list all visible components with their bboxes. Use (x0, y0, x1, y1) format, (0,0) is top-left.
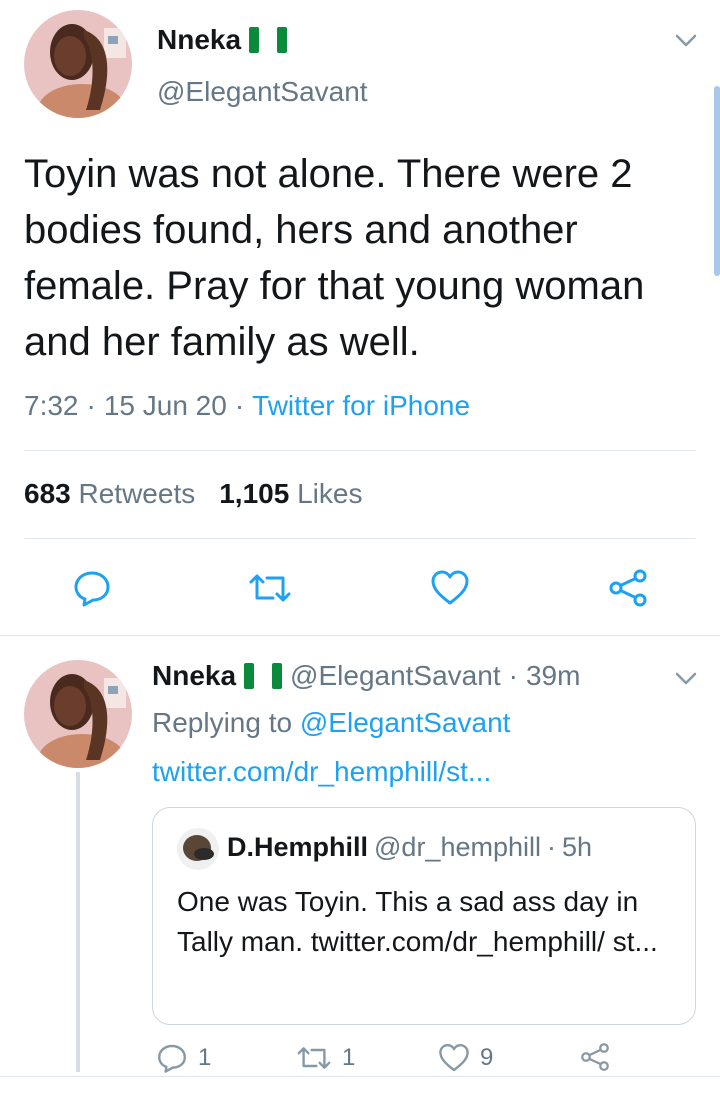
display-name: D.Hemphill (227, 832, 369, 862)
reply-count: 1 (198, 1044, 212, 1071)
username[interactable]: @ElegantSavant (157, 76, 368, 108)
like-button[interactable] (428, 566, 472, 610)
tweet-text: Toyin was not alone. There were 2 bodies… (24, 152, 645, 364)
display-name[interactable]: Nneka (157, 24, 288, 56)
reply-header: Nneka @ElegantSavant · 39m (152, 660, 580, 692)
tweet-age: 5h (562, 832, 593, 862)
share-button[interactable] (606, 566, 650, 610)
meta-separator: · (547, 832, 556, 862)
like-count: 9 (480, 1044, 494, 1071)
retweet-icon (249, 574, 291, 602)
heart-icon (431, 570, 469, 605)
avatar (177, 828, 219, 870)
avatar[interactable] (24, 10, 132, 118)
retweet-count: 1 (342, 1044, 356, 1071)
chevron-down-icon[interactable] (675, 34, 697, 48)
engagement-stats: 683 Retweets 1,105 Likes (24, 478, 362, 510)
meta-separator: · (508, 660, 518, 691)
tweet-link[interactable]: twitter.com/dr_hemphill/st... (152, 756, 491, 788)
tweet-age: 39m (525, 660, 581, 691)
retweet-button[interactable] (248, 566, 292, 610)
tweet-meta: 7:32 · 15 Jun 20 · Twitter for iPhone (24, 390, 470, 422)
share-icon (581, 1043, 609, 1071)
thread-line (76, 772, 80, 1072)
tweet-time: 7:32 (24, 390, 79, 421)
likes-stat[interactable]: 1,105 Likes (219, 478, 362, 510)
divider (0, 1076, 720, 1077)
meta-separator: · (234, 390, 245, 421)
reply-icon (74, 571, 110, 607)
username[interactable]: @ElegantSavant (290, 660, 501, 692)
divider (24, 538, 696, 539)
quote-header: D.Hemphill @dr_hemphill · 5h (227, 832, 592, 863)
reply-icon (158, 1044, 186, 1073)
reply-button[interactable]: 1 (156, 1042, 211, 1074)
quoted-tweet[interactable]: D.Hemphill @dr_hemphill · 5h One was Toy… (152, 807, 696, 1025)
retweets-stat[interactable]: 683 Retweets (24, 478, 195, 510)
reply-button[interactable] (70, 566, 114, 610)
quote-text: One was Toyin. This a sad ass day in Tal… (177, 886, 658, 957)
chevron-down-icon[interactable] (675, 672, 697, 686)
username: @dr_hemphill (374, 832, 541, 862)
heart-icon (439, 1044, 469, 1072)
retweet-button[interactable]: 1 (296, 1042, 355, 1074)
nigeria-flag-icon (249, 27, 288, 53)
retweet-icon (297, 1047, 331, 1069)
meta-separator: · (86, 390, 96, 421)
like-button[interactable]: 9 (438, 1042, 493, 1074)
divider (24, 450, 696, 451)
tweet-date: 15 Jun 20 (103, 390, 227, 421)
replying-to-link[interactable]: @ElegantSavant (300, 707, 511, 738)
action-bar (0, 566, 720, 610)
tweet-source-link[interactable]: Twitter for iPhone (252, 390, 470, 422)
display-name[interactable]: Nneka (152, 660, 236, 692)
replying-to: Replying to @ElegantSavant (152, 707, 511, 738)
share-icon (609, 569, 647, 607)
avatar[interactable] (24, 660, 132, 768)
main-tweet: Nneka @ElegantSavant Toyin was not alone… (0, 0, 720, 636)
nigeria-flag-icon (244, 663, 283, 689)
share-button[interactable] (580, 1042, 610, 1072)
